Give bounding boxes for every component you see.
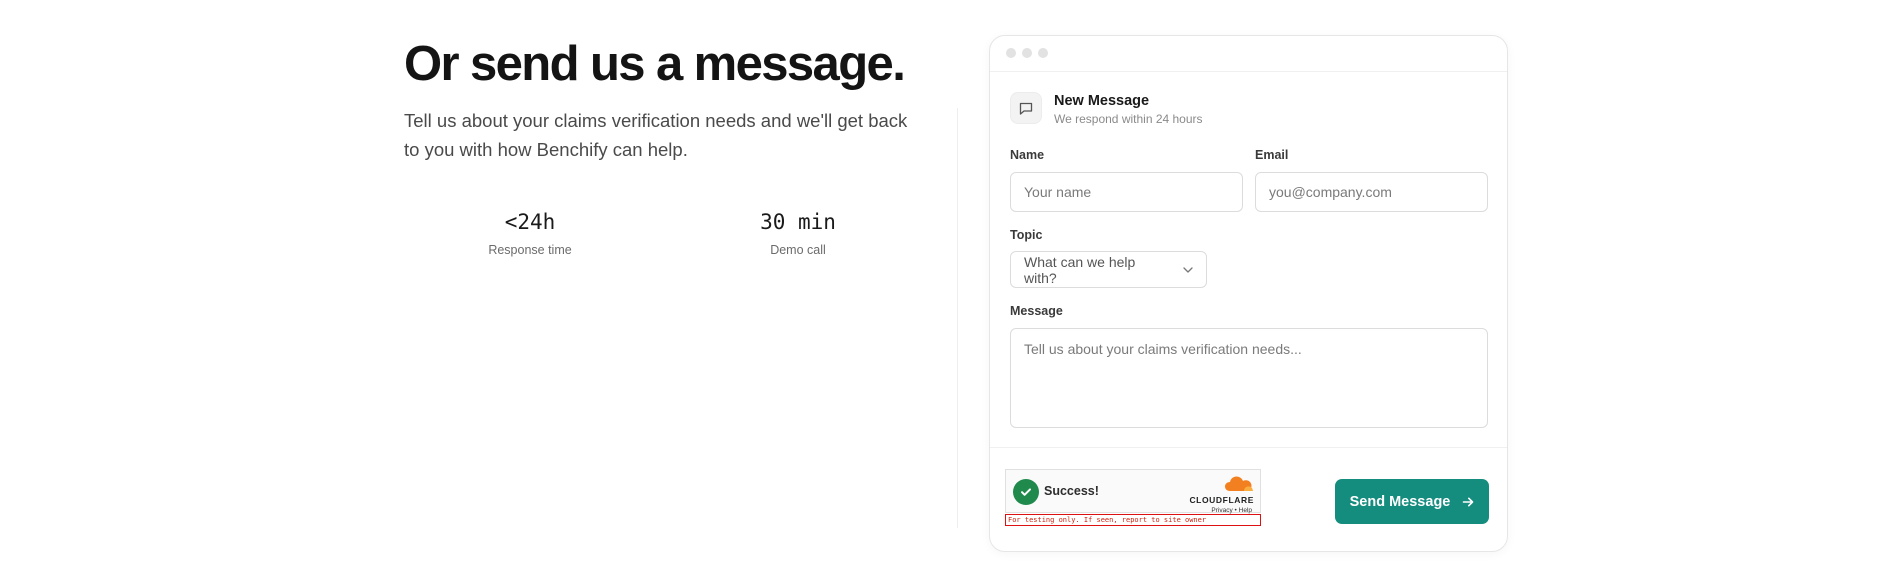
intro-text: Tell us about your claims verification n… (404, 110, 908, 160)
message-label: Message (1010, 304, 1063, 318)
arrow-right-icon (1462, 496, 1474, 508)
form-title: New Message (1054, 93, 1150, 109)
form-footer-divider (990, 447, 1507, 448)
send-message-button[interactable]: Send Message (1335, 479, 1489, 524)
message-textarea[interactable] (1010, 328, 1488, 428)
send-button-label: Send Message (1349, 493, 1451, 510)
stat-label: Demo call (770, 243, 826, 257)
chevron-down-icon (1183, 266, 1193, 273)
name-input[interactable] (1010, 172, 1243, 212)
stat-label: Response time (488, 243, 572, 257)
check-icon (1013, 479, 1039, 505)
chat-bubble-icon (1010, 92, 1042, 124)
window-dot (1006, 48, 1016, 58)
topic-selected-value: What can we help with? (1024, 253, 1136, 286)
window-dot (1022, 48, 1032, 58)
captcha-box: Success! CLOUDFLARE Privacy • Help (1005, 469, 1261, 514)
captcha-test-warning: For testing only. If seen, report to sit… (1005, 514, 1261, 526)
section-divider (957, 108, 958, 528)
page-title: Or send us a message. (404, 37, 906, 91)
stat-value: 30 min (760, 210, 836, 234)
name-label: Name (1010, 148, 1045, 162)
contact-intro: Or send us a message. Tell us about your… (404, 36, 924, 164)
captcha-status: Success! (1044, 484, 1099, 498)
topic-label: Topic (1010, 228, 1043, 242)
stat-demo-call: 30 min Demo call (718, 209, 878, 257)
captcha-widget[interactable]: Success! CLOUDFLARE Privacy • Help For t… (1005, 469, 1261, 526)
stat-value: <24h (504, 210, 556, 234)
topic-select[interactable]: What can we help with? (1010, 251, 1207, 288)
captcha-links[interactable]: Privacy • Help (1211, 507, 1252, 514)
form-subtitle: We respond within 24 hours (1054, 112, 1203, 126)
captcha-brand: CLOUDFLARE (1189, 495, 1254, 505)
email-label: Email (1255, 148, 1289, 162)
stat-response-time: <24h Response time (450, 209, 610, 257)
window-dot (1038, 48, 1048, 58)
message-form-card: New Message We respond within 24 hours N… (989, 35, 1508, 552)
window-titlebar (990, 36, 1507, 72)
email-input[interactable] (1255, 172, 1488, 212)
